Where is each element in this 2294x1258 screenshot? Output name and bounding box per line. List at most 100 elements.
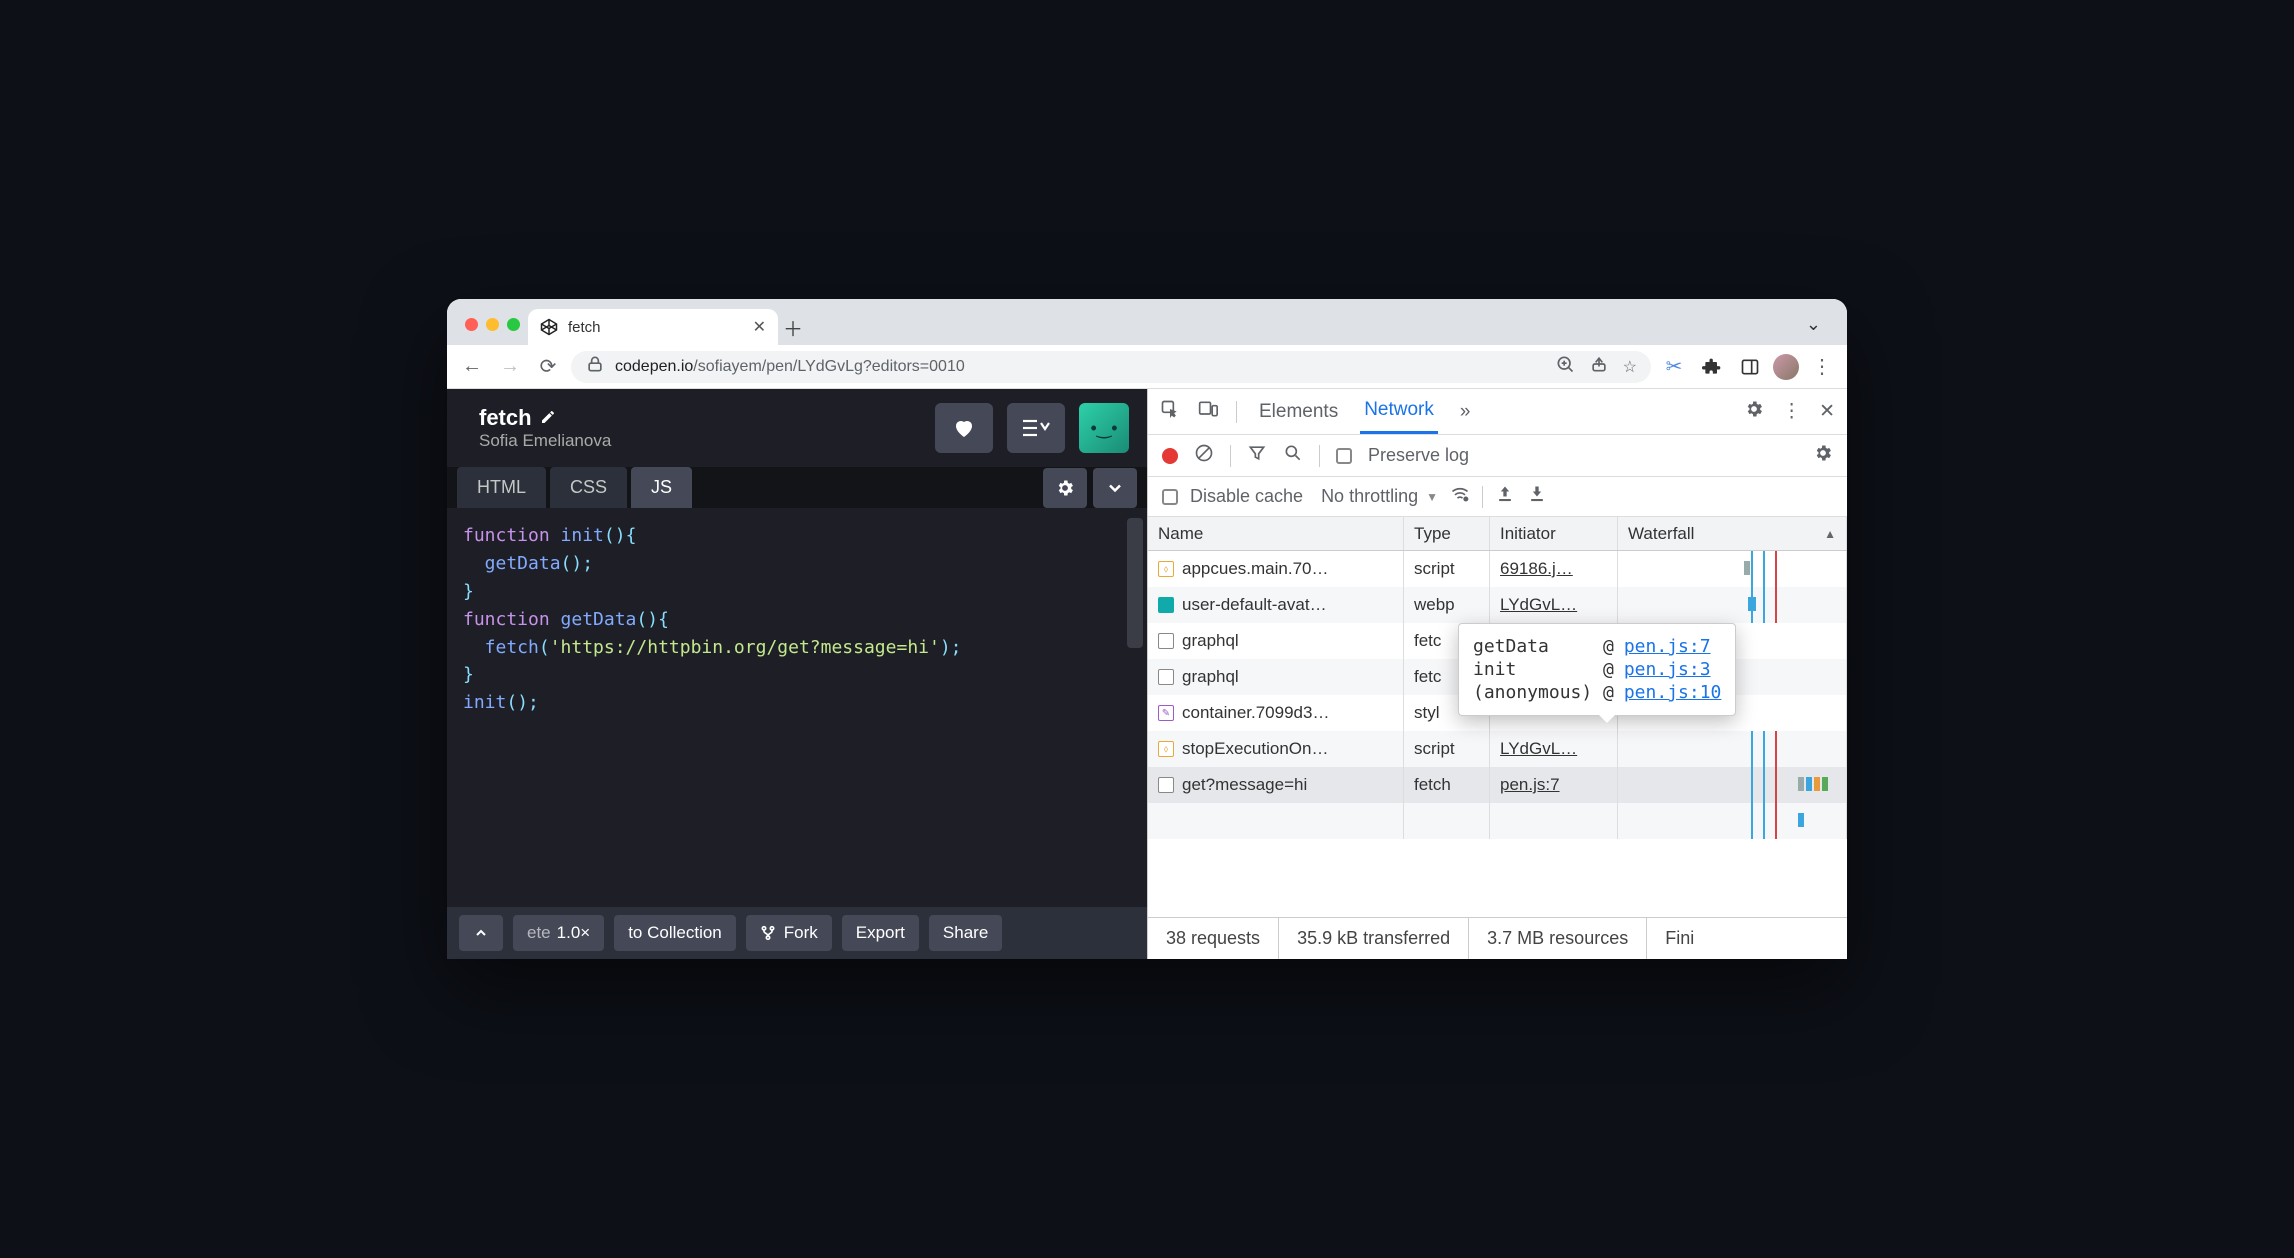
network-toolbar-2: Disable cache No throttling▼: [1148, 477, 1847, 517]
devtools-close-icon[interactable]: ✕: [1819, 400, 1835, 423]
network-row-empty: [1148, 803, 1847, 839]
network-table-header: Name Type Initiator Waterfall▲: [1148, 517, 1847, 551]
settings-icon[interactable]: [1744, 399, 1764, 425]
lock-icon: [585, 354, 605, 379]
tab-html[interactable]: HTML: [457, 467, 546, 508]
console-toggle-button[interactable]: [459, 915, 503, 951]
browser-tab[interactable]: fetch ✕: [528, 309, 778, 345]
tab-elements[interactable]: Elements: [1255, 391, 1342, 433]
export-button[interactable]: Export: [842, 915, 919, 951]
fork-button[interactable]: Fork: [746, 915, 832, 951]
code-editor[interactable]: function init(){ getData(); } function g…: [447, 508, 1147, 907]
address-bar[interactable]: codepen.io/sofiayem/pen/LYdGvLg?editors=…: [571, 351, 1651, 383]
browser-menu-button[interactable]: ⋮: [1807, 352, 1837, 382]
disable-cache-label[interactable]: Disable cache: [1190, 486, 1303, 507]
reload-button[interactable]: ⟳: [533, 352, 563, 382]
col-type[interactable]: Type: [1404, 517, 1490, 550]
clear-icon[interactable]: [1194, 443, 1214, 468]
tab-strip: fetch ✕ ＋ ⌄: [447, 299, 1847, 345]
extensions-icon[interactable]: [1697, 352, 1727, 382]
network-row[interactable]: ⬨stopExecutionOn… script LYdGvL…: [1148, 731, 1847, 767]
codepen-favicon-icon: [540, 318, 558, 336]
forward-button[interactable]: →: [495, 352, 525, 382]
initiator-stack-tooltip: getData@pen.js:7 init@pen.js:3 (anonymou…: [1458, 623, 1736, 716]
devtools-main-toolbar: Elements Network » ⋮ ✕: [1148, 389, 1847, 435]
network-settings-icon[interactable]: [1813, 443, 1833, 468]
source-link[interactable]: pen.js:10: [1624, 682, 1722, 703]
codepen-header: fetch Sofia Emelianova •‿•: [447, 389, 1147, 467]
preserve-log-checkbox[interactable]: [1336, 448, 1352, 464]
download-har-icon[interactable]: [1527, 484, 1547, 509]
browser-toolbar: ← → ⟳ codepen.io/sofiayem/pen/LYdGvLg?ed…: [447, 345, 1847, 389]
zoom-button[interactable]: ete1.0×: [513, 915, 604, 951]
upload-har-icon[interactable]: [1495, 484, 1515, 509]
user-avatar[interactable]: •‿•: [1079, 403, 1129, 453]
bookmark-icon[interactable]: ☆: [1623, 357, 1637, 377]
sidepanel-icon[interactable]: [1735, 352, 1765, 382]
tabs-menu-button[interactable]: ⌄: [1792, 314, 1835, 345]
codepen-pane: fetch Sofia Emelianova •‿• HTML CSS JS: [447, 389, 1147, 959]
preserve-log-label[interactable]: Preserve log: [1368, 445, 1469, 466]
status-requests: 38 requests: [1148, 918, 1279, 959]
codepen-footer: ete1.0× to Collection Fork Export Share: [447, 907, 1147, 959]
tab-more[interactable]: »: [1456, 391, 1475, 433]
back-button[interactable]: ←: [457, 352, 487, 382]
network-row[interactable]: get?message=hi fetch pen.js:7: [1148, 767, 1847, 803]
source-link[interactable]: pen.js:7: [1624, 636, 1711, 657]
device-toggle-icon[interactable]: [1198, 399, 1218, 425]
devtools-pane: Elements Network » ⋮ ✕ Preserve log: [1147, 389, 1847, 959]
network-status-bar: 38 requests 35.9 kB transferred 3.7 MB r…: [1148, 917, 1847, 959]
col-name[interactable]: Name: [1148, 517, 1404, 550]
tab-network[interactable]: Network: [1360, 389, 1438, 434]
close-tab-button[interactable]: ✕: [753, 317, 766, 337]
throttling-select[interactable]: No throttling▼: [1321, 486, 1438, 507]
col-initiator[interactable]: Initiator: [1490, 517, 1618, 550]
network-conditions-icon[interactable]: [1450, 484, 1470, 509]
tab-js[interactable]: JS: [631, 467, 692, 508]
pen-author[interactable]: Sofia Emelianova: [479, 431, 611, 451]
status-transferred: 35.9 kB transferred: [1279, 918, 1469, 959]
browser-window: fetch ✕ ＋ ⌄ ← → ⟳ codepen.io/sofiayem/pe…: [447, 299, 1847, 959]
fetch-icon: [1158, 669, 1174, 685]
network-row[interactable]: user-default-avat… webp LYdGvL…: [1148, 587, 1847, 623]
collection-button[interactable]: to Collection: [614, 915, 736, 951]
network-table: Name Type Initiator Waterfall▲ ⬨appcues.…: [1148, 517, 1847, 917]
network-row[interactable]: ⬨appcues.main.70… script 69186.j…: [1148, 551, 1847, 587]
like-button[interactable]: [935, 403, 993, 453]
editor-dropdown-button[interactable]: [1093, 468, 1137, 508]
source-link[interactable]: pen.js:3: [1624, 659, 1711, 680]
zoom-icon[interactable]: [1555, 354, 1575, 379]
tab-css[interactable]: CSS: [550, 467, 627, 508]
fetch-icon: [1158, 633, 1174, 649]
editor-tabs: HTML CSS JS: [447, 467, 1147, 508]
close-window-button[interactable]: [465, 318, 478, 331]
profile-avatar[interactable]: [1773, 354, 1799, 380]
tab-title: fetch: [568, 319, 601, 336]
editor-scrollbar[interactable]: [1127, 518, 1143, 648]
maximize-window-button[interactable]: [507, 318, 520, 331]
window-controls: [459, 318, 528, 345]
share-icon[interactable]: [1589, 354, 1609, 379]
scissors-icon[interactable]: ✂: [1659, 352, 1689, 382]
new-tab-button[interactable]: ＋: [778, 309, 808, 345]
share-button[interactable]: Share: [929, 915, 1002, 951]
record-button[interactable]: [1162, 448, 1178, 464]
view-toggle-button[interactable]: [1007, 403, 1065, 453]
disable-cache-checkbox[interactable]: [1162, 489, 1178, 505]
minimize-window-button[interactable]: [486, 318, 499, 331]
search-icon[interactable]: [1283, 443, 1303, 468]
editor-settings-button[interactable]: [1043, 468, 1087, 508]
devtools-menu-icon[interactable]: ⋮: [1782, 400, 1801, 423]
script-icon: ⬨: [1158, 741, 1174, 757]
pen-title[interactable]: fetch: [479, 405, 611, 431]
image-icon: [1158, 597, 1174, 613]
edit-icon[interactable]: [540, 405, 556, 431]
inspect-icon[interactable]: [1160, 399, 1180, 425]
filter-icon[interactable]: [1247, 443, 1267, 468]
fetch-icon: [1158, 777, 1174, 793]
status-resources: 3.7 MB resources: [1469, 918, 1647, 959]
network-toolbar: Preserve log: [1148, 435, 1847, 477]
content-area: fetch Sofia Emelianova •‿• HTML CSS JS: [447, 389, 1847, 959]
stylesheet-icon: ✎: [1158, 705, 1174, 721]
col-waterfall[interactable]: Waterfall▲: [1618, 517, 1847, 550]
